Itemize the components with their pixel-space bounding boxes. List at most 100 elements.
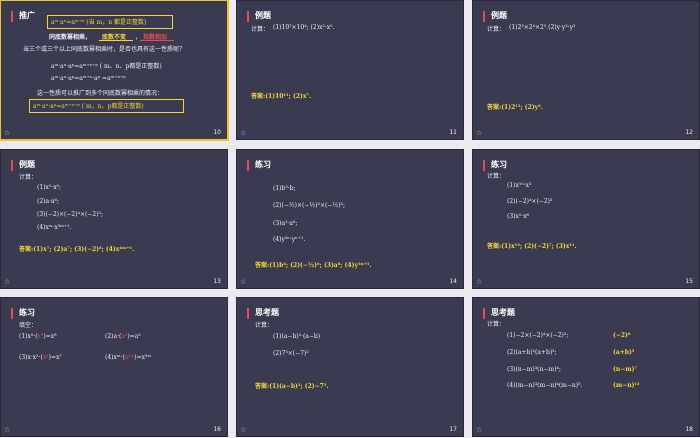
- slide-thumbnail-11[interactable]: 例题 计算： (1)10⁷×10⁴; (2)x²·x⁵. 答案:(1)10¹¹;…: [236, 0, 464, 140]
- slide-thumbnail-14[interactable]: 练习 (1)b³·b; (2)(−½)×(−½)²×(−½)³; (3)a²·a…: [236, 149, 464, 289]
- answer-4: (m−n)¹²: [613, 382, 640, 389]
- star-icon[interactable]: ☆: [240, 426, 246, 434]
- fill-suffix: )=x⁸: [43, 333, 57, 340]
- title-accent-bar: [11, 308, 13, 319]
- question-3: (3)(−2)×(−2)⁴×(−2)³;: [37, 211, 103, 218]
- fill-2: (2)a·(a²)=a³: [105, 333, 141, 340]
- title-accent-bar: [11, 11, 13, 22]
- star-icon[interactable]: ☆: [4, 426, 10, 434]
- answer-text: 答案:(1)x¹³; (2)(−2)⁷; (3)x¹¹.: [487, 243, 577, 250]
- title-accent-bar: [247, 308, 249, 319]
- slide-number: 18: [685, 426, 693, 433]
- question-2: (2)(−2)⁴×(−2)³: [507, 198, 553, 205]
- answer-text: 答案:(1)(a−b)³; (2)−7⁵.: [255, 383, 329, 390]
- star-icon[interactable]: ☆: [476, 426, 482, 434]
- fill-suffix: )=x⁷: [48, 354, 62, 361]
- title-accent-bar: [247, 11, 249, 22]
- title-accent-bar: [11, 160, 13, 171]
- slide-thumbnail-13[interactable]: 例题 计算： (1)x²·x⁵; (2)a·a⁶; (3)(−2)×(−2)⁴×…: [0, 149, 228, 289]
- answer-1: (−2)⁸: [613, 332, 631, 339]
- slide-number: 11: [449, 129, 457, 136]
- fill-3: (3)x·x²·(x⁴)=x⁷: [19, 354, 62, 361]
- calc-label: 计算：: [487, 26, 506, 33]
- question-1: (1)(a−b)²·(a−b): [273, 333, 321, 340]
- star-icon[interactable]: ☆: [476, 278, 482, 286]
- slide-title: 例题: [255, 11, 271, 20]
- equation-line-2: aᵐ·aⁿ·aᵖ=aᵐ⁺ⁿ·aᵖ =aᵐ⁺ⁿ⁺ᵖ: [51, 75, 126, 82]
- fill-1: (1)x⁵·(x³)=x⁸: [19, 333, 57, 340]
- question-2: (2)7³×(−7)²: [273, 350, 309, 357]
- slide-title: 练习: [255, 160, 271, 169]
- fill-answer: x²ᵐ: [124, 354, 135, 361]
- answer-text: 答案:(1)x⁷; (2)a⁷; (3)(−2)⁸; (4)x⁴ᵐ⁺¹.: [19, 246, 135, 253]
- fill-prefix: (4)xᵐ·(: [105, 354, 125, 361]
- question-text: (1)2³×2⁴×2⁵ (2)y·y²·y³: [509, 24, 576, 31]
- question-4: (4)(m−n)³(m−n)⁴(m−n)⁵.: [507, 382, 583, 389]
- slide-number: 15: [685, 278, 693, 285]
- calc-label: 计算：: [487, 173, 506, 180]
- question-3: (3)(n−m)³(n−m)⁴;: [507, 366, 561, 373]
- slide-thumbnail-16[interactable]: 练习 填空： (1)x⁵·(x³)=x⁸ (2)a·(a²)=a³ (3)x·x…: [0, 297, 228, 437]
- title-accent-bar: [483, 11, 485, 22]
- question-1: (1)b³·b;: [273, 185, 296, 192]
- rule-text-a: 同底数幂相乘，: [49, 34, 92, 41]
- question-3: (3)x⁵·x⁶: [507, 213, 529, 220]
- fill-prefix: (2)a·(: [105, 333, 122, 340]
- extend-text: 这一性质可以推广到多个同底数幂相乘的情况：: [37, 90, 164, 97]
- question-1: (1)x²·x⁵;: [37, 184, 62, 191]
- star-icon[interactable]: ☆: [4, 278, 10, 286]
- slide-thumbnail-10[interactable]: 推广 aᵐ·aⁿ=aᵐ⁺ⁿ (当 m，n 都是正整数) 同底数幂相乘， 底数不变…: [0, 0, 229, 141]
- answer-text: 答案:(1)2¹²; (2)y⁶.: [487, 104, 543, 111]
- slide-title: 练习: [19, 308, 35, 317]
- question-text: (1)10⁷×10⁴; (2)x²·x⁵.: [273, 24, 335, 31]
- answer-2: (a+b)⁵: [613, 349, 635, 356]
- slide-number: 14: [449, 278, 457, 285]
- slide-number: 10: [213, 129, 221, 136]
- title-accent-bar: [483, 160, 485, 171]
- star-icon[interactable]: ☆: [4, 129, 10, 137]
- slide-thumbnail-17[interactable]: 思考题 计算： (1)(a−b)²·(a−b) (2)7³×(−7)² 答案:(…: [236, 297, 464, 437]
- slide-thumbnail-18[interactable]: 思考题 计算： (1)−2×(−2)⁴×(−2)³; (−2)⁸ (2)(a+b…: [472, 297, 700, 437]
- underline: [140, 40, 174, 41]
- fill-prefix: (1)x⁵·(: [19, 333, 38, 340]
- slide-title: 推广: [19, 11, 35, 20]
- slide-thumbnail-12[interactable]: 例题 计算： (1)2³×2⁴×2⁵ (2)y·y²·y³ 答案:(1)2¹²;…: [472, 0, 700, 140]
- question-text: 当三个或三个以上同底数幂相乘时，是否也具有这一性质呢？: [23, 46, 186, 53]
- question-4: (4)y²ⁿ·yⁿ⁺¹.: [273, 236, 306, 243]
- slide-thumbnail-15[interactable]: 练习 计算： (1)x¹⁰·x³ (2)(−2)⁴×(−2)³ (3)x⁵·x⁶…: [472, 149, 700, 289]
- slide-title: 例题: [491, 11, 507, 20]
- calc-label: 计算：: [19, 174, 38, 181]
- question-1: (1)x¹⁰·x³: [507, 182, 532, 189]
- title-accent-bar: [483, 308, 485, 319]
- final-formula: aᵐ·aⁿ·aᵖ=aᵐ⁺ⁿ⁺ᵖ ( m，n，p都是正整数): [33, 103, 144, 110]
- answer-text: 答案:(1)b⁴; (2)(−½)⁶; (3)a⁸; (4)y³ⁿ⁺¹.: [255, 262, 372, 269]
- question-2: (2)a·a⁶;: [37, 198, 59, 205]
- question-4: (4)xᵐ·x³ᵐ⁺¹.: [37, 224, 72, 231]
- star-icon[interactable]: ☆: [240, 278, 246, 286]
- star-icon[interactable]: ☆: [240, 129, 246, 137]
- slide-title: 思考题: [491, 308, 515, 317]
- slide-title: 练习: [491, 160, 507, 169]
- fill-suffix: )=x³ᵐ: [134, 354, 152, 361]
- calc-label: 计算：: [255, 322, 274, 329]
- star-icon[interactable]: ☆: [476, 129, 482, 137]
- underline: [99, 40, 133, 41]
- formula-text: aᵐ·aⁿ=aᵐ⁺ⁿ (当 m，n 都是正整数): [51, 19, 147, 26]
- fill-suffix: )=a³: [127, 333, 141, 340]
- answer-text: 答案:(1)10¹¹; (2)x⁷.: [251, 93, 312, 100]
- question-2: (2)(a+b)²(a+b)³;: [507, 349, 557, 356]
- slide-number: 13: [213, 278, 221, 285]
- fill-prefix: (3)x·x²·(: [19, 354, 43, 361]
- answer-3: (n−m)⁷: [613, 366, 638, 373]
- slide-title: 思考题: [255, 308, 279, 317]
- fill-label: 填空：: [19, 322, 38, 329]
- slide-number: 17: [449, 426, 457, 433]
- calc-label: 计算：: [487, 321, 506, 328]
- calc-label: 计算：: [251, 26, 270, 33]
- question-2: (2)(−½)×(−½)²×(−½)³;: [273, 202, 345, 209]
- question-3: (3)a²·a⁶;: [273, 220, 298, 227]
- title-accent-bar: [247, 160, 249, 171]
- slide-number: 12: [685, 129, 693, 136]
- equation-line-1: aᵐ·aⁿ·aᵖ=aᵐ⁺ⁿ⁺ᵖ ( m、n、p都是正整数): [51, 63, 162, 70]
- slide-title: 例题: [19, 160, 35, 169]
